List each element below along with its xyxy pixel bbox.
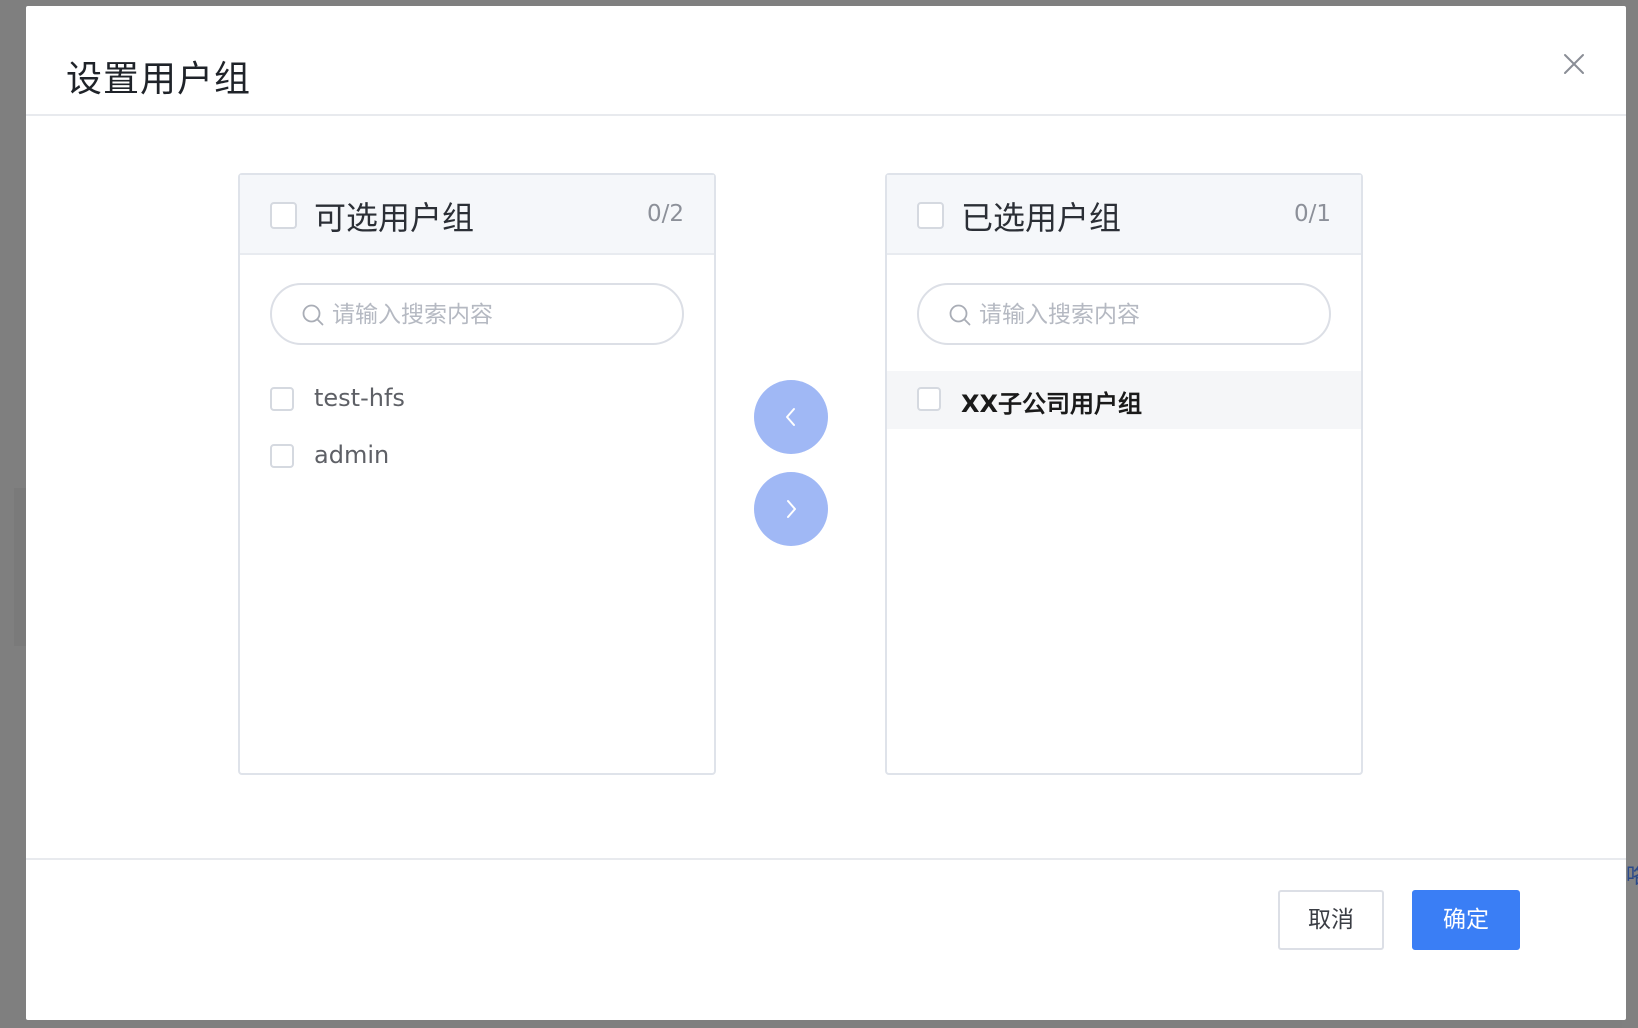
chevron-left-icon <box>786 408 795 426</box>
available-groups-count: 0/2 <box>646 201 684 227</box>
selected-groups-search-input[interactable] <box>977 295 1311 335</box>
chevron-right-icon <box>787 500 796 518</box>
background-page-panel-left <box>14 488 26 646</box>
move-to-right-button[interactable] <box>754 472 828 546</box>
list-item-checkbox[interactable] <box>270 387 294 411</box>
selected-groups-count: 0/1 <box>1293 201 1331 227</box>
list-item[interactable]: test-hfs <box>240 371 714 429</box>
move-to-left-button[interactable] <box>754 380 828 454</box>
selected-groups-search <box>917 283 1331 345</box>
background-link-text: 咯 <box>1626 864 1638 889</box>
close-icon <box>1564 54 1584 74</box>
available-groups-search-input[interactable] <box>330 295 664 335</box>
list-item-checkbox[interactable] <box>917 387 941 411</box>
selected-groups-panel: 已选用户组 0/1 XX子公司用户组 <box>885 173 1363 775</box>
select-all-available-checkbox[interactable] <box>270 202 297 229</box>
confirm-button[interactable]: 确定 <box>1412 890 1520 950</box>
dialog-footer: 取消 确定 <box>26 858 1626 1022</box>
dialog-title: 设置用户组 <box>66 59 252 100</box>
search-icon <box>302 304 324 326</box>
list-item-label: test-hfs <box>314 384 405 412</box>
selected-groups-title: 已选用户组 <box>961 199 1122 237</box>
list-item-label: admin <box>314 441 390 469</box>
available-groups-title: 可选用户组 <box>314 199 475 237</box>
selected-groups-header: 已选用户组 0/1 <box>887 175 1361 255</box>
list-item[interactable]: admin <box>240 428 714 486</box>
close-button[interactable] <box>1556 46 1592 82</box>
available-groups-panel: 可选用户组 0/2 test-hfs admin <box>238 173 716 775</box>
dialog-header: 设置用户组 <box>26 6 1626 116</box>
available-groups-header: 可选用户组 0/2 <box>240 175 714 255</box>
available-groups-search <box>270 283 684 345</box>
cancel-button[interactable]: 取消 <box>1278 890 1384 950</box>
set-user-group-dialog: 设置用户组 可选用户组 0/2 test-hfs admin <box>26 6 1626 1020</box>
list-item[interactable]: XX子公司用户组 <box>887 371 1361 429</box>
list-item-label: XX子公司用户组 <box>961 390 1143 418</box>
select-all-selected-checkbox[interactable] <box>917 202 944 229</box>
search-icon <box>949 304 971 326</box>
list-item-checkbox[interactable] <box>270 444 294 468</box>
